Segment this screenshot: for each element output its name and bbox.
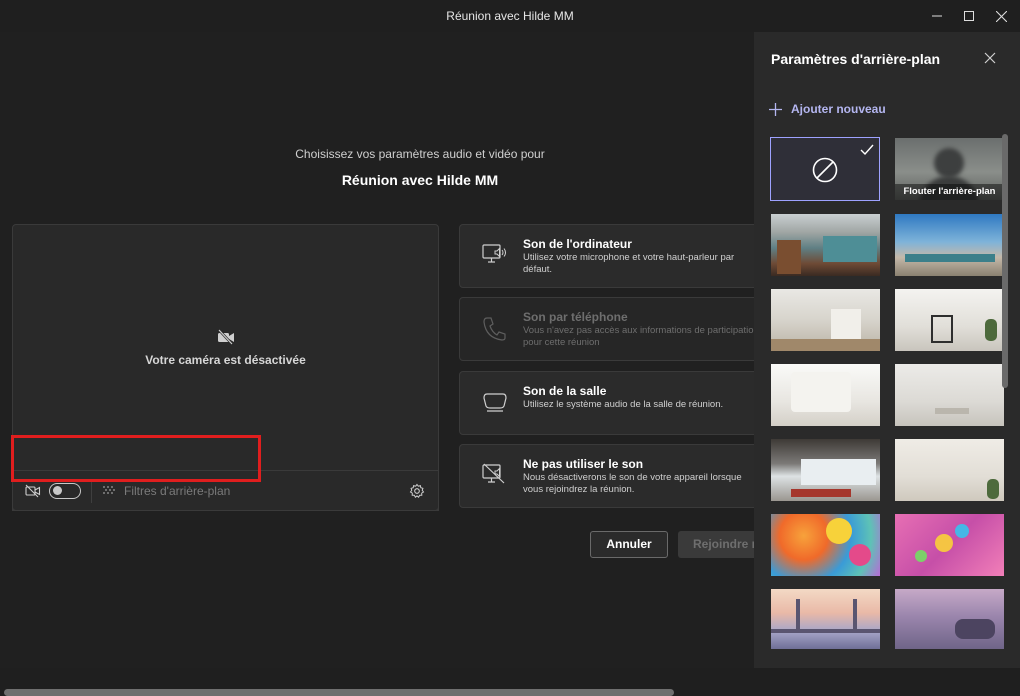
background-fantasy[interactable] <box>895 589 1004 649</box>
bridge-deck <box>771 629 880 633</box>
audio-option-computer[interactable]: Son de l'ordinateur Utilisez votre micro… <box>459 224 759 288</box>
background-settings-panel: Paramètres d'arrière-plan Ajouter nouvea… <box>754 32 1020 668</box>
background-room-1[interactable] <box>771 289 880 351</box>
room-plant <box>985 319 997 341</box>
room-plant-2 <box>987 479 999 499</box>
meeting-name: Réunion avec Hilde MM <box>341 172 499 188</box>
bubble <box>826 518 852 544</box>
office-shelf <box>777 240 801 274</box>
cancel-button[interactable]: Annuler <box>590 531 668 558</box>
bubble <box>915 550 927 562</box>
audio-option-desc: Nous désactiverons le son de votre appar… <box>523 472 742 495</box>
close-icon <box>995 10 1007 22</box>
no-background-icon <box>812 157 838 183</box>
background-office-2[interactable] <box>771 439 880 501</box>
room-door <box>831 309 861 343</box>
highlight-box <box>11 435 261 482</box>
bubble <box>849 544 871 566</box>
no-audio-icon <box>482 463 505 484</box>
background-room-2[interactable] <box>895 289 1004 351</box>
audio-option-none[interactable]: Ne pas utiliser le son Nous désactiveron… <box>459 444 759 508</box>
blurred-person <box>934 148 964 178</box>
maximize-button[interactable] <box>953 0 985 32</box>
close-panel-icon[interactable] <box>982 50 998 66</box>
room-audio-icon <box>483 393 507 412</box>
background-office-1[interactable] <box>771 214 880 276</box>
prejoin-screen: Choisissez vos paramètres audio et vidéo… <box>0 32 768 696</box>
audio-option-phone: Son par téléphone Vous n'avez pas accès … <box>459 297 759 361</box>
audio-option-title: Son par téléphone <box>523 310 628 324</box>
camera-off-icon <box>218 329 234 345</box>
background-none-option[interactable] <box>770 137 880 201</box>
background-beach[interactable] <box>895 214 1004 276</box>
room-floor <box>771 339 880 351</box>
office-windows <box>801 459 876 485</box>
camera-off-small-icon <box>25 484 41 498</box>
room-mirror <box>931 315 953 343</box>
minimize-button[interactable] <box>921 0 953 32</box>
audio-option-title: Son de la salle <box>523 384 607 398</box>
camera-off-text: Votre caméra est désactivée <box>145 353 306 367</box>
panel-title: Paramètres d'arrière-plan <box>771 51 941 67</box>
fantasy-rocks <box>955 619 995 639</box>
computer-speaker-icon <box>482 244 506 263</box>
plus-icon <box>769 102 782 116</box>
add-new-background-button[interactable]: Ajouter nouveau <box>769 100 886 118</box>
checkmark-icon <box>860 144 874 155</box>
camera-toggle[interactable] <box>49 483 81 499</box>
bridge-tower <box>796 599 800 633</box>
maximize-icon <box>964 11 974 21</box>
office-chairs <box>791 489 851 497</box>
background-bridge[interactable] <box>771 589 880 649</box>
room-arch <box>791 372 851 412</box>
background-filters-icon <box>103 486 115 494</box>
audio-option-title: Ne pas utiliser le son <box>523 457 644 471</box>
office-window <box>823 236 877 262</box>
audio-option-desc: Utilisez le système audio de la salle de… <box>523 399 724 410</box>
bubble <box>935 534 953 552</box>
panel-scrollbar[interactable] <box>1002 134 1008 388</box>
title-bar: Réunion avec Hilde MM <box>0 0 1020 32</box>
background-blur-option[interactable]: Flouter l'arrière-plan <box>895 138 1004 200</box>
minimize-icon <box>932 15 942 17</box>
background-bubbles-2[interactable] <box>895 514 1004 576</box>
divider <box>91 479 92 503</box>
room-bench <box>935 408 969 414</box>
device-settings-icon[interactable] <box>409 483 425 499</box>
horizontal-scrollbar[interactable] <box>4 689 674 696</box>
close-window-button[interactable] <box>985 0 1017 32</box>
add-new-label: Ajouter nouveau <box>791 102 886 116</box>
background-room-4[interactable] <box>895 364 1004 426</box>
toggle-knob <box>53 486 62 495</box>
audio-option-desc: Vous n'avez pas accès aux informations d… <box>523 325 759 348</box>
bubble <box>955 524 969 538</box>
background-bubbles-1[interactable] <box>771 514 880 576</box>
beach-huts <box>905 254 995 262</box>
background-room-5[interactable] <box>895 439 1004 501</box>
bridge-tower <box>853 599 857 633</box>
window-title: Réunion avec Hilde MM <box>446 9 574 23</box>
audio-option-desc: Utilisez votre microphone et votre haut-… <box>523 252 735 275</box>
blur-label: Flouter l'arrière-plan <box>895 184 1004 200</box>
background-filters-button[interactable]: Filtres d'arrière-plan <box>124 484 230 498</box>
prejoin-subtitle: Choisissez vos paramètres audio et vidéo… <box>295 147 545 161</box>
audio-option-title: Son de l'ordinateur <box>523 237 632 251</box>
audio-option-room[interactable]: Son de la salle Utilisez le système audi… <box>459 371 759 435</box>
background-room-3[interactable] <box>771 364 880 426</box>
phone-icon <box>483 317 506 341</box>
